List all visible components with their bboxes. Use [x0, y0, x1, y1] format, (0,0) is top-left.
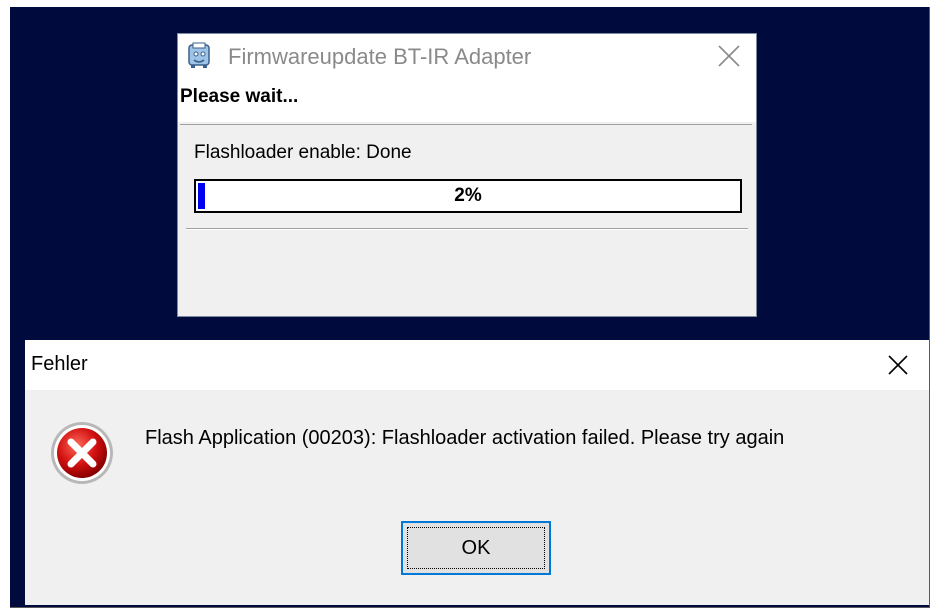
status-text: Flashloader enable: Done [194, 142, 412, 163]
progress-percent-label: 2% [454, 185, 482, 206]
close-icon[interactable] [885, 352, 911, 378]
firmware-update-window: Firmwareupdate BT-IR Adapter Please wait… [177, 33, 757, 317]
firmware-window-titlebar[interactable]: Firmwareupdate BT-IR Adapter [178, 34, 756, 82]
error-dialog: Fehler Flash Application (00203): Flashl… [25, 340, 929, 605]
divider [186, 228, 748, 230]
firmware-window-title: Firmwareupdate BT-IR Adapter [228, 44, 532, 69]
firmware-app-icon [187, 41, 211, 69]
error-message: Flash Application (00203): Flashloader a… [145, 427, 785, 449]
error-dialog-title: Fehler [31, 353, 88, 375]
progress-bar: 2% [194, 179, 742, 213]
ok-button-label: OK [407, 527, 545, 569]
ok-button[interactable]: OK [401, 521, 551, 575]
error-dialog-titlebar[interactable]: Fehler [25, 340, 929, 390]
error-icon [49, 420, 115, 486]
close-icon[interactable] [716, 43, 742, 69]
wait-heading: Please wait... [180, 86, 299, 107]
firmware-status-panel: Flashloader enable: Done 2% [180, 124, 752, 314]
